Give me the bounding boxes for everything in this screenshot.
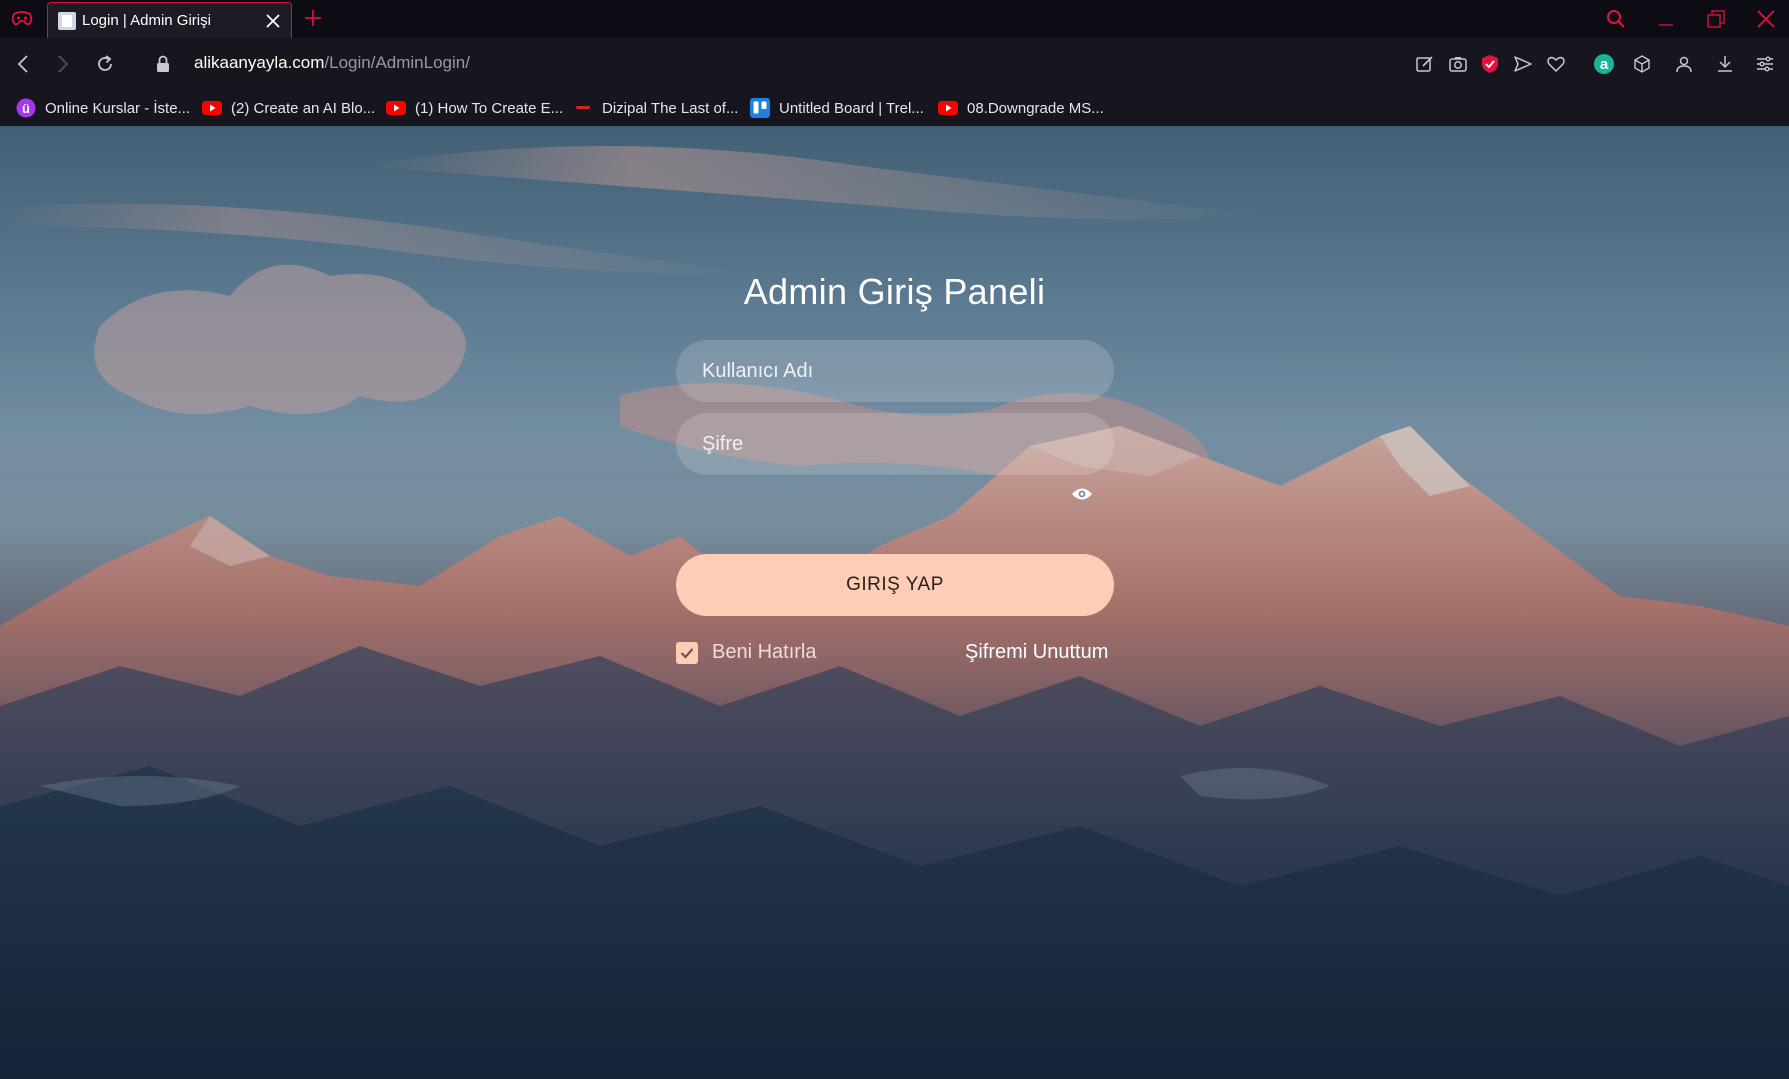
- show-password-eye-icon[interactable]: [1069, 483, 1095, 505]
- bookmark-item[interactable]: ü Online Kurslar - İste...: [16, 97, 190, 119]
- udemy-icon: ü: [16, 98, 36, 118]
- camera-icon[interactable]: [1445, 51, 1471, 77]
- forgot-password-link[interactable]: Şifremi Unuttum: [965, 641, 1108, 664]
- adblock-shield-icon[interactable]: [1477, 51, 1503, 77]
- page-favicon-icon: [58, 11, 76, 30]
- profile-icon[interactable]: [1671, 51, 1697, 77]
- username-input[interactable]: [676, 340, 1114, 402]
- extension-a-icon[interactable]: a: [1591, 51, 1617, 77]
- cube-icon[interactable]: [1629, 51, 1655, 77]
- lock-icon[interactable]: [150, 51, 176, 77]
- tab-active[interactable]: Login | Admin Girişi: [47, 2, 292, 38]
- page-title: Admin Giriş Paneli: [743, 271, 1046, 312]
- remember-me[interactable]: Beni Hatırla: [676, 641, 817, 664]
- login-button[interactable]: GIRIŞ YAP: [676, 554, 1114, 616]
- youtube-icon: [386, 98, 406, 118]
- bookmark-label: Online Kurslar - İste...: [45, 99, 191, 117]
- bookmark-item[interactable]: (1) How To Create E...: [386, 97, 563, 119]
- tab-bar: Login | Admin Girişi: [0, 0, 1789, 38]
- tab-close-icon[interactable]: [265, 13, 281, 29]
- url-path: /Login/AdminLogin/: [324, 53, 470, 72]
- new-tab-icon[interactable]: [302, 6, 324, 30]
- remember-checkbox[interactable]: [676, 641, 698, 664]
- easy-setup-icon[interactable]: [1752, 51, 1778, 77]
- dizipal-icon: [573, 98, 593, 118]
- url-host: alikaanyayla.com: [194, 53, 325, 72]
- send-icon[interactable]: [1510, 51, 1536, 77]
- svg-text:a: a: [1600, 56, 1609, 73]
- close-window-icon[interactable]: [1752, 6, 1780, 32]
- trello-icon: [750, 98, 770, 118]
- bookmark-item[interactable]: 08.Downgrade MS...: [938, 97, 1104, 119]
- remember-label: Beni Hatırla: [712, 641, 817, 663]
- bookmark-label: (2) Create an AI Blo...: [231, 99, 376, 117]
- bookmark-label: (1) How To Create E...: [415, 99, 564, 117]
- search-tabs-icon[interactable]: [1602, 6, 1630, 32]
- address-bar: alikaanyayla.com/Login/AdminLogin/ a: [0, 38, 1789, 90]
- svg-text:ü: ü: [22, 101, 30, 116]
- back-icon[interactable]: [10, 51, 36, 77]
- youtube-icon: [938, 98, 958, 118]
- bookmarks-bar: ü Online Kurslar - İste... (2) Create an…: [0, 90, 1789, 126]
- bookmark-label: 08.Downgrade MS...: [967, 99, 1104, 117]
- gx-menu-icon[interactable]: [8, 8, 36, 30]
- heart-icon[interactable]: [1543, 51, 1569, 77]
- bookmark-item[interactable]: Untitled Board | Trel...: [750, 97, 924, 119]
- download-icon[interactable]: [1712, 51, 1738, 77]
- url-field[interactable]: alikaanyayla.com/Login/AdminLogin/: [194, 53, 470, 73]
- password-input[interactable]: [676, 413, 1114, 475]
- tab-title: Login | Admin Girişi: [82, 12, 211, 29]
- bookmark-item[interactable]: (2) Create an AI Blo...: [202, 97, 375, 119]
- forward-icon[interactable]: [50, 51, 76, 77]
- bookmark-label: Untitled Board | Trel...: [779, 99, 924, 117]
- bookmark-label: Dizipal The Last of...: [602, 99, 739, 117]
- restore-icon[interactable]: [1702, 6, 1730, 32]
- youtube-icon: [202, 98, 222, 118]
- minimize-icon[interactable]: [1652, 6, 1680, 32]
- edit-icon[interactable]: [1412, 51, 1438, 77]
- login-page: Admin Giriş Paneli GIRIŞ YAP Beni Hatırl…: [0, 126, 1789, 1079]
- reload-icon[interactable]: [92, 51, 118, 77]
- bookmark-item[interactable]: Dizipal The Last of...: [573, 97, 738, 119]
